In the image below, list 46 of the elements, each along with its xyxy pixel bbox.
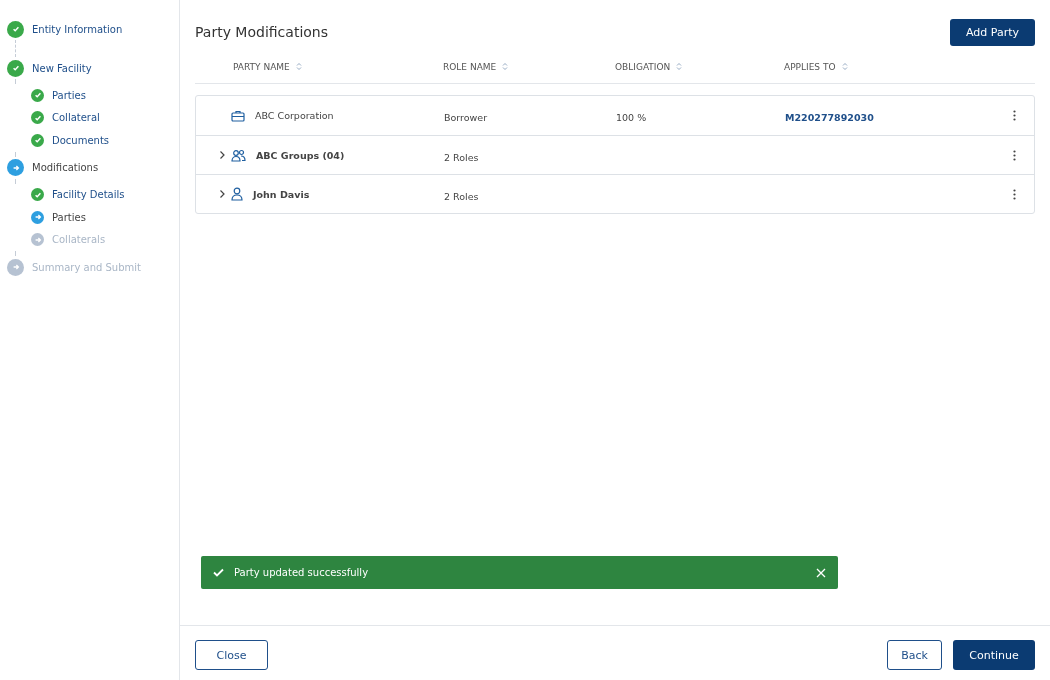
substep-label[interactable]: Parties <box>52 89 86 101</box>
check-icon <box>213 568 224 577</box>
substep-label[interactable]: Documents <box>52 134 110 146</box>
arrow-circle-icon <box>31 233 44 247</box>
more-vertical-icon[interactable] <box>1012 188 1016 200</box>
check-circle-icon <box>7 59 24 77</box>
column-header: PARTY NAME <box>233 61 290 72</box>
substep-label[interactable]: Facility Details <box>52 189 125 201</box>
page-title: Party Modifications <box>195 24 328 40</box>
close-button[interactable]: Close <box>195 640 268 670</box>
step-label[interactable]: Entity Information <box>32 23 123 35</box>
column-header: ROLE NAME <box>443 61 497 72</box>
more-vertical-icon[interactable] <box>1012 149 1016 161</box>
check-circle-icon <box>31 111 44 125</box>
add-party-button[interactable]: Add Party <box>949 18 1035 46</box>
continue-button[interactable]: Continue <box>953 640 1035 670</box>
arrow-circle-icon <box>31 210 44 224</box>
step-label[interactable]: Modifications <box>32 162 99 173</box>
arrow-circle-icon <box>7 159 24 176</box>
step-label[interactable]: New Facility <box>32 62 92 74</box>
party-name: ABC Groups (04) <box>256 149 345 161</box>
column-header: OBLIGATION <box>615 61 671 72</box>
user-icon <box>231 187 243 201</box>
check-circle-icon <box>31 88 44 102</box>
role-name: Borrower <box>444 112 488 123</box>
column-header: APPLIES TO <box>784 61 836 72</box>
more-vertical-icon[interactable] <box>1012 110 1016 121</box>
back-button[interactable]: Back <box>887 640 942 670</box>
role-name: 2 Roles <box>444 151 479 163</box>
toast-message: Party updated successfully <box>234 567 370 578</box>
check-circle-icon <box>31 133 44 147</box>
arrow-circle-icon <box>7 258 24 276</box>
briefcase-icon <box>231 109 245 122</box>
users-icon <box>231 148 246 162</box>
chevron-right-icon[interactable] <box>219 189 226 199</box>
check-circle-icon <box>31 188 44 202</box>
substep-label[interactable]: Parties <box>52 211 86 223</box>
close-icon[interactable] <box>816 567 826 578</box>
obligation: 100 % <box>616 112 647 123</box>
check-circle-icon <box>7 20 24 38</box>
substep-label[interactable]: Collateral <box>52 112 100 124</box>
party-name: ABC Corporation <box>255 110 334 121</box>
chevron-right-icon[interactable] <box>219 150 226 160</box>
applies-to-link[interactable]: M220277892030 <box>785 112 874 123</box>
role-name: 2 Roles <box>444 190 479 202</box>
party-name: John Davis <box>253 188 310 200</box>
